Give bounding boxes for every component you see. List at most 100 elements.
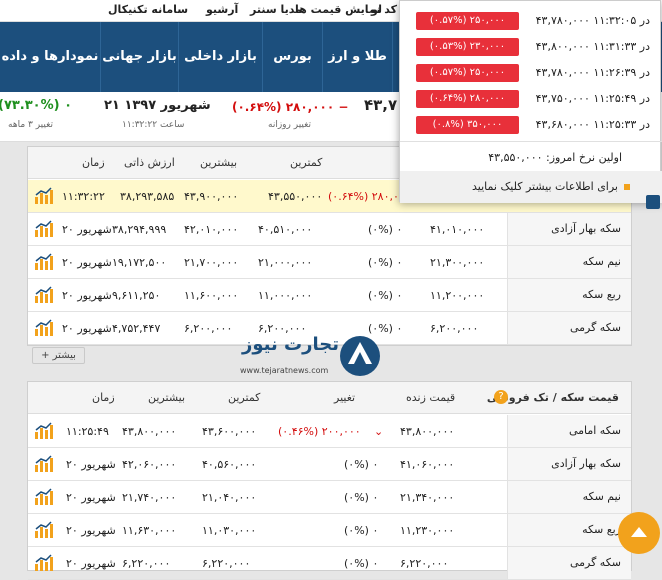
- cell-low: ۴۰,۵۱۰,۰۰۰: [258, 223, 313, 236]
- plus-icon: +: [41, 350, 50, 361]
- chart-icon[interactable]: [34, 455, 54, 473]
- chart-icon[interactable]: [34, 422, 54, 440]
- cell-low: ۲۱,۰۰۰,۰۰۰: [258, 256, 313, 269]
- cell-time: ۲۰ شهریور: [66, 458, 116, 471]
- cell-low: ۴۰,۵۶۰,۰۰۰: [202, 458, 257, 471]
- help-icon[interactable]: ?: [494, 390, 508, 404]
- cell-price: ۲۱,۳۴۰,۰۰۰: [400, 491, 455, 504]
- cell-time: ۲۰ شهریور: [66, 524, 116, 537]
- table-row[interactable]: ۲۰ شهریور ۹,۶۱۱,۲۵۰ ۱۱,۶۰۰,۰۰۰ ۱۱,۰۰۰,۰۰۰ (۰…: [28, 279, 631, 312]
- topbar-link-archive[interactable]: آرشیو: [206, 3, 238, 16]
- history-row[interactable]: (۰.۵۷%) ۲۵۰,۰۰۰ ۴۳,۷۸۰,۰۰۰ در ۱۱:۳۲:۰۵: [400, 9, 662, 35]
- price-history-dropdown: (۰.۵۷%) ۲۵۰,۰۰۰ ۴۳,۷۸۰,۰۰۰ در ۱۱:۳۲:۰۵ (۰.…: [399, 0, 662, 203]
- change-badge: (۰.۵۷%) ۲۵۰,۰۰۰: [416, 64, 519, 82]
- row-label: نیم سکه: [507, 246, 631, 278]
- more-button[interactable]: + بیشتر: [32, 347, 85, 364]
- cell-time: ۲۰ شهریور: [62, 322, 112, 335]
- table-row[interactable]: ۱۱:۲۵:۴۹ ۴۳,۸۰۰,۰۰۰ ۴۳,۶۰۰,۰۰۰ (۰.۴۶%) ۲۰۰,…: [28, 415, 631, 448]
- cell-price: ۱۱,۲۳۰,۰۰۰: [400, 524, 455, 537]
- row-label: نیم سکه: [507, 481, 631, 513]
- cell-intrinsic: ۱۹,۱۷۲,۵۰۰: [112, 256, 167, 269]
- cell-change: (۰%) ۰: [368, 223, 403, 236]
- col-time: زمان: [82, 156, 105, 169]
- cell-change: (۰%) ۰: [368, 256, 403, 269]
- nav-item-gold-currency[interactable]: طلا و ارز: [322, 22, 392, 92]
- cell-intrinsic: ۹,۶۱۱,۲۵۰: [112, 289, 161, 302]
- cell-price: ۴۱,۰۱۰,۰۰۰: [430, 223, 485, 236]
- logo-name: تجارت نیوز: [242, 334, 339, 355]
- nav-item-global-market[interactable]: بازار جهانی: [100, 22, 178, 92]
- change-badge: (۰.۵۳%) ۲۳۰,۰۰۰: [416, 38, 519, 56]
- table-row[interactable]: ۲۰ شهریور ۲۱,۷۴۰,۰۰۰ ۲۱,۰۴۰,۰۰۰ (۰%) ۰ ۲۱,۳۴…: [28, 481, 631, 514]
- col2-high: بیشترین: [148, 391, 186, 404]
- row-label: ربع سکه: [507, 514, 631, 546]
- col2-change: تغییر: [334, 391, 356, 404]
- cell-low: ۱۱,۰۳۰,۰۰۰: [202, 524, 257, 537]
- col2-time: زمان: [92, 391, 115, 404]
- ticker-change-daily-label: تغییر روزانه: [268, 120, 311, 130]
- cell-time: ۲۰ شهریور: [62, 256, 112, 269]
- row-label: سکه بهار آزادی: [507, 213, 631, 245]
- chart-icon[interactable]: [34, 253, 54, 271]
- cell-change: (۰%) ۰: [344, 524, 379, 537]
- chart-icon[interactable]: [34, 187, 54, 205]
- history-text: ۴۳,۷۸۰,۰۰۰ در ۱۱:۳۲:۰۵: [535, 14, 650, 27]
- cell-time: ۲۰ شهریور: [62, 223, 112, 236]
- topbar-link-partial[interactable]: لو: [371, 3, 382, 16]
- table-row[interactable]: ۲۰ شهریور ۶,۲۲۰,۰۰۰ ۶,۲۲۰,۰۰۰ (۰%) ۰ ۶,۲۲۰,۰…: [28, 547, 631, 580]
- topbar-link-technical[interactable]: سامانه تکنیکال: [108, 3, 188, 16]
- history-row[interactable]: (۰.۵۷%) ۲۵۰,۰۰۰ ۴۳,۷۸۰,۰۰۰ در ۱۱:۲۶:۳۹: [400, 61, 662, 87]
- dropdown-divider: [400, 141, 662, 142]
- history-row[interactable]: (۰.۵۳%) ۲۳۰,۰۰۰ ۴۳,۸۰۰,۰۰۰ در ۱۱:۳۱:۳۳: [400, 35, 662, 61]
- cell-high: ۴۲,۰۶۰,۰۰۰: [122, 458, 177, 471]
- arrow-up-icon: [631, 527, 647, 537]
- cell-intrinsic: ۴,۷۵۲,۴۴۷: [112, 322, 161, 335]
- nav-item-bourse[interactable]: بورس: [262, 22, 322, 92]
- cell-time: ۲۰ شهریور: [66, 491, 116, 504]
- history-row[interactable]: (۰.۸%) ۳۵۰,۰۰۰ ۴۳,۶۸۰,۰۰۰ در ۱۱:۲۵:۳۳: [400, 113, 662, 139]
- bullet-icon: [624, 184, 630, 190]
- ticker-value: ۴۳,۷: [364, 96, 398, 114]
- cell-low: ۴۳,۶۰۰,۰۰۰: [202, 425, 257, 438]
- cell-high: ۲۱,۷۴۰,۰۰۰: [122, 491, 177, 504]
- logo-url: www.tejaratnews.com: [240, 366, 329, 375]
- chart-icon[interactable]: [34, 220, 54, 238]
- cell-high: ۴۳,۸۰۰,۰۰۰: [122, 425, 177, 438]
- scroll-top-button[interactable]: [618, 512, 660, 554]
- cell-price: ۴۱,۰۶۰,۰۰۰: [400, 458, 455, 471]
- cell-price: ۲۱,۳۰۰,۰۰۰: [430, 256, 485, 269]
- chart-icon[interactable]: [34, 521, 54, 539]
- history-text: ۴۳,۷۸۰,۰۰۰ در ۱۱:۲۶:۳۹: [535, 66, 650, 79]
- table-row[interactable]: ۲۰ شهریور ۳۸,۲۹۴,۹۹۹ ۴۲,۰۱۰,۰۰۰ ۴۰,۵۱۰,۰۰۰ (…: [28, 213, 631, 246]
- chart-icon[interactable]: [34, 319, 54, 337]
- row-label: سکه گرمی: [507, 547, 631, 579]
- change-badge: (۰.۶۴%) ۲۸۰,۰۰۰: [416, 90, 519, 108]
- arrow-down-icon: ⌄: [374, 425, 384, 438]
- change-badge: (۰.۸%) ۳۵۰,۰۰۰: [416, 116, 519, 134]
- col-low: کمترین: [290, 156, 323, 169]
- cell-change: (۰%) ۰: [344, 491, 379, 504]
- table-row[interactable]: ۲۰ شهریور ۱۹,۱۷۲,۵۰۰ ۲۱,۷۰۰,۰۰۰ ۲۱,۰۰۰,۰۰۰ (…: [28, 246, 631, 279]
- history-row[interactable]: (۰.۶۴%) ۲۸۰,۰۰۰ ۴۳,۷۵۰,۰۰۰ در ۱۱:۲۵:۴۹: [400, 87, 662, 113]
- cell-low: ۶,۲۲۰,۰۰۰: [202, 557, 251, 570]
- cell-high: ۴۲,۰۱۰,۰۰۰: [184, 223, 239, 236]
- nav-item-domestic-market[interactable]: بازار داخلی: [178, 22, 262, 92]
- cell-high: ۱۱,۶۰۰,۰۰۰: [184, 289, 239, 302]
- chart-icon[interactable]: [34, 554, 54, 572]
- table-row[interactable]: ۲۰ شهریور ۴۲,۰۶۰,۰۰۰ ۴۰,۵۶۰,۰۰۰ (۰%) ۰ ۴۱,۰۶…: [28, 448, 631, 481]
- history-text: ۴۳,۶۸۰,۰۰۰ در ۱۱:۲۵:۳۳: [535, 118, 650, 131]
- chart-icon[interactable]: [34, 488, 54, 506]
- table-row[interactable]: ۲۰ شهریور ۱۱,۶۳۰,۰۰۰ ۱۱,۰۳۰,۰۰۰ (۰%) ۰ ۱۱,۲۳…: [28, 514, 631, 547]
- change-badge: (۰.۵۷%) ۲۵۰,۰۰۰: [416, 12, 519, 30]
- cell-change: (۰%) ۰: [344, 557, 379, 570]
- row-label: سکه گرمی: [507, 312, 631, 344]
- cell-price: ۶,۲۰۰,۰۰۰: [430, 322, 479, 335]
- cell-time: ۱۱:۲۵:۴۹: [66, 425, 109, 438]
- side-toggle-icon[interactable]: [646, 195, 660, 209]
- ticker-date: ۲۱ شهریور ۱۳۹۷: [104, 98, 211, 113]
- chart-icon[interactable]: [34, 286, 54, 304]
- more-info-link[interactable]: برای اطلاعات بیشتر کلیک نمایید: [400, 171, 662, 203]
- nav-item-charts[interactable]: نمودارها و داده: [0, 22, 100, 92]
- col2-price: قیمت زنده: [406, 391, 456, 404]
- cell-low: ۴۳,۵۵۰,۰۰۰: [268, 190, 323, 203]
